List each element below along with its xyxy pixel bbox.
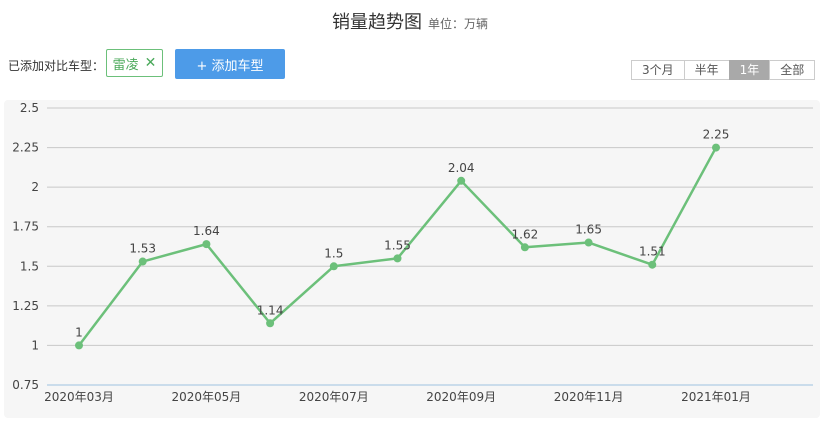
y-tick-label: 1 <box>31 338 39 352</box>
data-point <box>457 176 466 185</box>
x-tick-label: 2021年01月 <box>681 390 751 404</box>
data-point <box>75 341 83 350</box>
y-tick-label: 2 <box>31 180 39 194</box>
x-tick-label: 2020年03月 <box>44 390 114 404</box>
y-tick-label: 0.75 <box>12 378 39 392</box>
x-tick-label: 2020年09月 <box>426 390 496 404</box>
y-tick-label: 1.5 <box>20 259 39 273</box>
y-tick-label: 1.25 <box>12 299 39 313</box>
data-label: 1.64 <box>193 224 220 238</box>
data-point <box>393 254 402 263</box>
data-point <box>648 260 657 269</box>
data-point <box>329 262 338 271</box>
y-tick-label: 2.25 <box>12 141 39 155</box>
data-point <box>138 257 147 266</box>
data-label: 2.04 <box>448 161 475 175</box>
data-point <box>266 319 275 328</box>
data-label: 1 <box>75 325 83 339</box>
data-label: 1.53 <box>129 242 156 256</box>
data-label: 1.62 <box>512 227 539 241</box>
data-point <box>584 238 593 247</box>
x-tick-label: 2020年11月 <box>554 390 624 404</box>
x-tick-label: 2020年05月 <box>171 390 241 404</box>
y-tick-label: 2.5 <box>20 101 39 115</box>
data-label: 2.25 <box>703 128 730 142</box>
data-label: 1.55 <box>384 238 411 252</box>
data-point <box>712 143 720 152</box>
data-label: 1.14 <box>257 303 284 317</box>
data-label: 1.51 <box>639 245 666 259</box>
data-point <box>202 240 211 249</box>
x-tick-label: 2020年07月 <box>299 390 369 404</box>
data-label: 1.65 <box>575 223 602 237</box>
data-label: 1.5 <box>324 246 343 260</box>
data-point <box>520 243 529 252</box>
sales-trend-chart: 0.75 1 1.25 1.5 1.75 2 2.25 2.5 2020年03月 2020年05月… <box>12 101 813 404</box>
y-tick-label: 1.75 <box>12 220 39 234</box>
